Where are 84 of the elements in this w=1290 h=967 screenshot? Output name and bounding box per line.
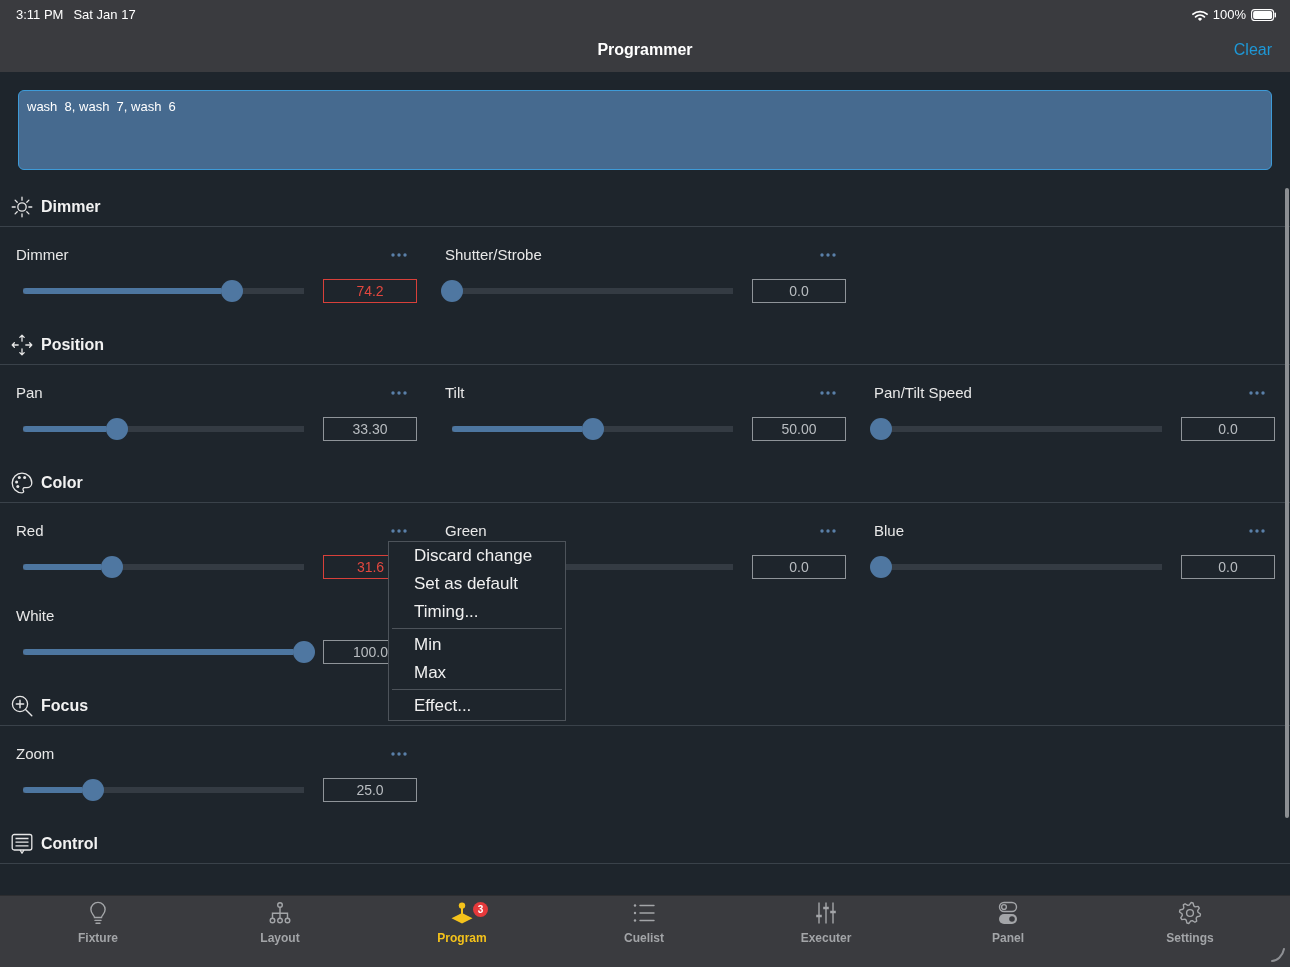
value-field[interactable]: 0.0: [1181, 555, 1275, 579]
palette-icon: [11, 472, 33, 494]
ellipsis-icon: [820, 529, 836, 533]
parameter-label: Blue: [874, 520, 905, 541]
parameter-label: Red: [16, 520, 44, 541]
sun-icon: [11, 196, 33, 218]
section-title: Dimmer: [41, 197, 101, 217]
more-button[interactable]: [391, 752, 407, 756]
wifi-icon: [1191, 9, 1208, 21]
gear-icon: [1178, 901, 1202, 925]
slider-thumb[interactable]: [82, 779, 105, 801]
value-field[interactable]: 50.00: [752, 417, 846, 441]
menu-item[interactable]: Min: [389, 631, 565, 659]
slider-thumb[interactable]: [581, 418, 604, 440]
section-title: Position: [41, 335, 105, 355]
ellipsis-icon: [391, 253, 407, 257]
ellipsis-icon: [1249, 529, 1265, 533]
clock-time: 3:11 PM: [16, 6, 64, 25]
tab-button[interactable]: Cuelist: [553, 896, 735, 967]
section-title: Color: [41, 473, 83, 493]
menu-item[interactable]: Discard change: [389, 542, 565, 570]
slider-thumb[interactable]: [870, 418, 892, 440]
more-button[interactable]: [391, 391, 407, 395]
joystick-icon: [450, 901, 474, 925]
tab-button[interactable]: Settings: [1099, 896, 1281, 967]
slider-thumb[interactable]: [220, 280, 243, 302]
menu-item[interactable]: Max: [389, 659, 565, 687]
tab-button[interactable]: Executer: [735, 896, 917, 967]
more-button[interactable]: [1249, 529, 1265, 533]
more-button[interactable]: [820, 529, 836, 533]
tab-button[interactable]: Fixture: [7, 896, 189, 967]
list-icon: [632, 901, 656, 925]
tab-button[interactable]: Panel: [917, 896, 1099, 967]
value-field[interactable]: 33.30: [323, 417, 417, 441]
value-field[interactable]: 0.0: [752, 279, 846, 303]
parameter-label: White: [16, 605, 55, 626]
slider-thumb[interactable]: [100, 556, 123, 578]
slider-thumb[interactable]: [441, 280, 463, 302]
ellipsis-icon: [391, 529, 407, 533]
slider-fill: [23, 787, 83, 793]
more-button[interactable]: [1249, 391, 1265, 395]
slider-thumb[interactable]: [105, 418, 128, 440]
menu-item[interactable]: Set as default: [389, 570, 565, 598]
parameter-label: Zoom: [16, 743, 55, 764]
value-field[interactable]: 25.0: [323, 778, 417, 802]
list-icon: [11, 833, 33, 855]
value-field[interactable]: 0.0: [752, 555, 846, 579]
section-title: Control: [41, 834, 98, 854]
ellipsis-icon: [391, 752, 407, 756]
zoom-in-icon: [11, 695, 33, 717]
ellipsis-icon: [820, 391, 836, 395]
curve-icon: [1271, 948, 1285, 962]
parameter-label: Pan: [16, 382, 43, 403]
slider-thumb[interactable]: [870, 556, 892, 578]
selection-field[interactable]: wash 8, wash 7, wash 6: [18, 90, 1272, 170]
slider-thumb[interactable]: [293, 641, 315, 663]
parameter-label: Shutter/Strobe: [445, 244, 542, 265]
more-button[interactable]: [391, 253, 407, 257]
more-button[interactable]: [820, 391, 836, 395]
hierarchy-icon: [268, 901, 292, 925]
toggles-icon: [996, 901, 1020, 925]
screen-title: Programmer: [597, 40, 693, 60]
tab-button[interactable]: Layout: [189, 896, 371, 967]
parameter-label: Dimmer: [16, 244, 69, 265]
status-date: Sat Jan 17: [73, 6, 136, 25]
parameter-label: Pan/Tilt Speed: [874, 382, 972, 403]
value-field[interactable]: 74.2: [323, 279, 417, 303]
ellipsis-icon: [820, 253, 836, 257]
parameter-label: Tilt: [445, 382, 465, 403]
menu-item[interactable]: Timing...: [389, 598, 565, 626]
more-button[interactable]: [391, 529, 407, 533]
battery-icon: [1251, 9, 1276, 21]
ellipsis-icon: [391, 391, 407, 395]
move-arrows-icon: [11, 334, 33, 356]
tab-button[interactable]: 3 Program: [371, 896, 553, 967]
parameter-label: Green: [445, 520, 487, 541]
section-title: Focus: [41, 696, 89, 716]
value-field[interactable]: 0.0: [1181, 417, 1275, 441]
ellipsis-icon: [1249, 391, 1265, 395]
sliders-icon: [814, 901, 838, 925]
menu-item[interactable]: Effect...: [389, 692, 565, 720]
notification-count: 3: [473, 902, 488, 917]
battery-percent: 100%: [1212, 6, 1246, 25]
more-button[interactable]: [820, 253, 836, 257]
